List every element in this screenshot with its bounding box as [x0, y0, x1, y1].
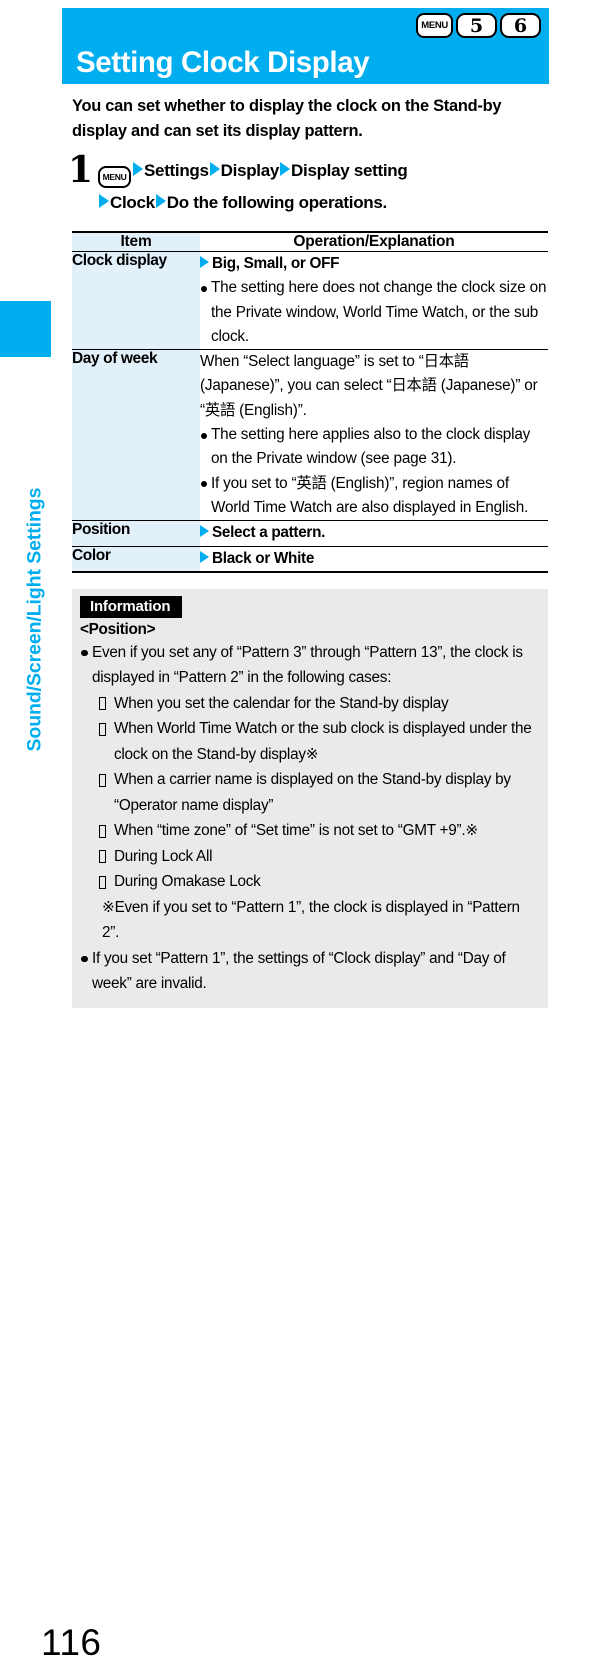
list-item-text: When World Time Watch or the sub clock i… — [114, 720, 532, 763]
step-target-clock: Clock — [110, 193, 155, 212]
box-glyph-icon — [99, 850, 106, 864]
arrow-icon — [99, 194, 109, 208]
step-target-operations: Do the following operations. — [166, 193, 387, 212]
step-1: 1 MENU Settings Display Display setting Cloc… — [68, 152, 545, 217]
row-item-day-of-week: Day of week — [72, 349, 200, 522]
list-item: During Lock All — [97, 844, 540, 870]
table-row: Position Select a pattern. — [72, 520, 548, 547]
section-banner: MENU 5 6 Setting Clock Display — [62, 8, 549, 84]
arrow-icon — [200, 550, 209, 563]
row-item-clock-display: Clock display — [72, 251, 200, 351]
column-header-operation: Operation/Explanation — [200, 232, 548, 252]
number-key-5-icon: 5 — [456, 13, 497, 38]
page-title: Setting Clock Display — [76, 46, 370, 79]
arrow-icon — [280, 162, 291, 176]
list-item-text: During Lock All — [114, 847, 213, 865]
box-glyph-icon — [99, 697, 106, 711]
list-item-text: When you set the calendar for the Stand-… — [114, 694, 449, 712]
column-header-item: Item — [72, 232, 200, 252]
list-item: During Omakase Lock — [97, 869, 540, 895]
list-item: When World Time Watch or the sub clock i… — [97, 716, 540, 767]
list-item: When “time zone” of “Set time” is not se… — [97, 818, 540, 844]
side-index: Sound/Screen/Light Settings — [0, 0, 60, 1672]
box-glyph-icon — [99, 875, 106, 889]
information-footnote: ※Even if you set to “Pattern 1”, the clo… — [92, 895, 540, 946]
step-target-display: Display — [220, 161, 280, 180]
information-sub-list: When you set the calendar for the Stand-… — [92, 691, 540, 895]
row-item-color: Color — [72, 546, 200, 572]
step-number: 1 — [68, 149, 94, 191]
information-subheading: <Position> — [80, 620, 156, 638]
row-item-position: Position — [72, 520, 200, 547]
list-item-text: When “time zone” of “Set time” is not se… — [114, 822, 478, 840]
operation-bullet-list: The setting here does not change the clo… — [200, 276, 548, 349]
operation-lead: Select a pattern. — [200, 521, 548, 545]
list-item-text: If you set “Pattern 1”, the settings of … — [92, 949, 506, 993]
banner-key-sequence: MENU 5 6 — [416, 13, 541, 38]
reference-mark-icon: ※ — [102, 898, 115, 916]
list-item: The setting here applies also to the clo… — [200, 423, 548, 472]
arrow-icon — [200, 525, 209, 538]
page-content: MENU 5 6 Setting Clock Display You can s… — [62, 0, 549, 1008]
information-bullet-list: Even if you set any of “Pattern 3” throu… — [80, 640, 540, 997]
side-index-label: Sound/Screen/Light Settings — [23, 487, 46, 752]
list-item: The setting here does not change the clo… — [200, 276, 548, 349]
list-item-text: During Omakase Lock — [114, 873, 261, 891]
arrow-icon — [133, 162, 143, 176]
box-glyph-icon — [99, 773, 106, 787]
operation-lead: Big, Small, or OFF — [200, 252, 548, 276]
row-operation-day-of-week: When “Select language” is set to “日本語 (J… — [200, 349, 548, 522]
row-operation-position: Select a pattern. — [200, 520, 548, 547]
operation-table: Item Operation/Explanation Clock display… — [72, 231, 548, 573]
operation-bullet-list: The setting here applies also to the clo… — [200, 423, 548, 520]
list-item: If you set to “英語 (English)”, region nam… — [200, 472, 548, 521]
footnote-text: Even if you set to “Pattern 1”, the cloc… — [102, 898, 520, 942]
intro-paragraph: You can set whether to display the clock… — [72, 97, 502, 140]
list-item-text: Even if you set any of “Pattern 3” throu… — [92, 643, 523, 687]
number-key-6-icon: 6 — [500, 13, 541, 38]
table-row: Day of week When “Select language” is se… — [72, 349, 548, 522]
table-row: Color Black or White — [72, 546, 548, 572]
arrow-icon — [155, 194, 166, 208]
information-box: Information <Position> Even if you set a… — [72, 588, 548, 1008]
row-operation-color: Black or White — [200, 546, 548, 572]
arrow-icon — [200, 256, 209, 268]
menu-key-icon: MENU — [98, 166, 131, 188]
table-header-row: Item Operation/Explanation — [72, 232, 548, 252]
list-item: When a carrier name is displayed on the … — [97, 767, 540, 818]
row-operation-clock-display: Big, Small, or OFF The setting here does… — [200, 251, 548, 351]
list-item: When you set the calendar for the Stand-… — [97, 691, 540, 717]
arrow-icon — [209, 162, 220, 176]
step-target-settings: Settings — [144, 161, 209, 180]
information-tag: Information — [80, 595, 183, 618]
page-number: 116 — [41, 1622, 102, 1663]
box-glyph-icon — [99, 824, 106, 838]
box-glyph-icon — [99, 722, 106, 736]
step-instruction: MENU Settings Display Display setting Clock D… — [98, 156, 545, 217]
list-item: If you set “Pattern 1”, the settings of … — [80, 946, 540, 997]
list-item-text: When a carrier name is displayed on the … — [114, 771, 511, 814]
operation-lead: Black or White — [200, 547, 548, 571]
step-target-display-setting: Display setting — [291, 161, 408, 180]
list-item: Even if you set any of “Pattern 3” throu… — [80, 640, 540, 946]
operation-paragraph: When “Select language” is set to “日本語 (J… — [200, 353, 538, 419]
menu-key-icon: MENU — [416, 13, 453, 38]
table-row: Clock display Big, Small, or OFF The set… — [72, 251, 548, 351]
